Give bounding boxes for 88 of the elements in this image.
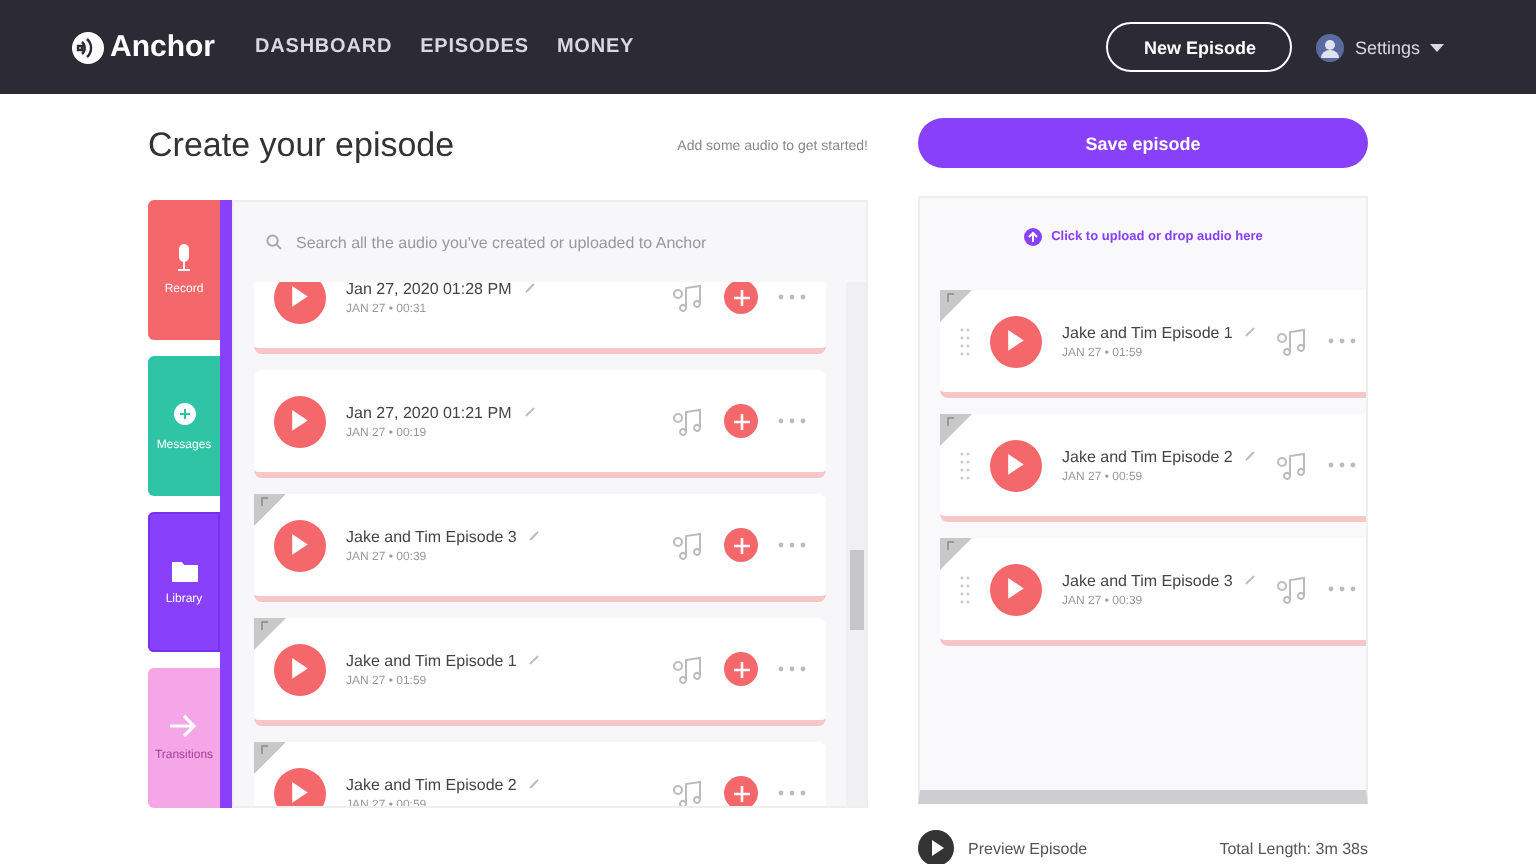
new-episode-button[interactable]: New Episode — [1106, 22, 1293, 72]
drag-handle-icon[interactable] — [960, 573, 970, 605]
audio-title: Jake and Tim Episode 2 — [1062, 447, 1233, 465]
more-icon[interactable] — [778, 542, 806, 548]
avatar-icon[interactable] — [1316, 33, 1345, 61]
caret-icon[interactable] — [1430, 43, 1444, 51]
nav-link[interactable]: DASHBOARD — [255, 36, 393, 58]
music-note-icon[interactable] — [672, 407, 704, 435]
more-icon[interactable] — [1328, 586, 1357, 592]
nav-link[interactable]: EPISODES — [420, 36, 529, 58]
music-note-icon[interactable] — [672, 655, 704, 683]
audio-title: Jan 27, 2020 01:21 PM — [346, 403, 512, 421]
edit-icon[interactable] — [528, 530, 541, 542]
music-note-icon[interactable] — [672, 283, 704, 311]
play-button[interactable] — [274, 519, 326, 571]
play-button[interactable] — [990, 315, 1042, 367]
search-icon — [266, 234, 282, 250]
edit-icon[interactable] — [528, 654, 541, 666]
add-button[interactable] — [724, 528, 758, 562]
add-button[interactable] — [724, 652, 758, 686]
edit-icon[interactable] — [523, 282, 536, 294]
plus-icon — [733, 785, 749, 801]
music-note-icon[interactable] — [1276, 451, 1309, 479]
play-button[interactable] — [274, 395, 326, 447]
play-icon — [1006, 578, 1026, 600]
edit-icon[interactable] — [523, 406, 536, 418]
edit-icon[interactable] — [528, 778, 541, 790]
drag-handle-icon[interactable] — [960, 325, 970, 357]
page-title: Create your episode — [148, 126, 455, 166]
more-icon[interactable] — [778, 294, 806, 300]
play-button[interactable] — [274, 643, 326, 695]
drag-handle-icon[interactable] — [960, 449, 970, 481]
play-button[interactable] — [990, 563, 1042, 615]
music-note-icon[interactable] — [672, 531, 704, 559]
more-icon[interactable] — [1328, 338, 1357, 344]
play-icon — [290, 658, 310, 680]
preview-episode-link[interactable]: Preview Episode — [918, 830, 1088, 864]
more-icon[interactable] — [778, 790, 806, 796]
music-tag-icon — [940, 290, 972, 322]
audio-title: Jan 27, 2020 01:28 PM — [346, 282, 512, 297]
music-note-icon[interactable] — [1276, 327, 1309, 355]
play-icon — [1006, 330, 1026, 352]
edit-icon[interactable] — [1244, 326, 1257, 338]
edit-icon[interactable] — [1244, 574, 1257, 586]
more-icon[interactable] — [1328, 462, 1357, 468]
plus-icon — [733, 289, 749, 305]
add-button[interactable] — [724, 776, 758, 806]
nav-link[interactable]: MONEY — [556, 36, 635, 58]
audio-title: Jake and Tim Episode 2 — [346, 775, 517, 793]
total-length: Total Length: 3m 38s — [1219, 839, 1368, 857]
microphone-icon — [176, 244, 192, 272]
settings-menu[interactable]: Settings — [1354, 37, 1420, 57]
search-field[interactable]: Search all the audio you've created or uploaded to Anchor — [292, 231, 772, 253]
music-tag-icon — [940, 414, 972, 446]
scrollbar[interactable] — [846, 282, 866, 806]
play-button[interactable] — [274, 282, 326, 323]
save-episode-button[interactable]: Save episode — [918, 118, 1368, 168]
audio-title: Jake and Tim Episode 3 — [1062, 571, 1233, 589]
add-button[interactable] — [724, 404, 758, 438]
play-icon — [1006, 454, 1026, 476]
more-icon[interactable] — [778, 418, 806, 424]
music-note-icon[interactable] — [1276, 575, 1309, 603]
folder-icon — [171, 559, 197, 581]
play-button[interactable] — [990, 439, 1042, 491]
add-button[interactable] — [724, 282, 758, 314]
message-icon — [171, 401, 197, 427]
music-tag-icon — [254, 618, 286, 650]
logo-text[interactable]: Anchor — [110, 30, 215, 64]
logo-icon — [72, 31, 104, 63]
play-icon — [290, 534, 310, 556]
play-icon — [290, 410, 310, 432]
music-tag-icon — [254, 742, 286, 774]
music-note-icon[interactable] — [672, 779, 704, 806]
play-icon — [290, 286, 310, 308]
audio-title: Jake and Tim Episode 1 — [346, 651, 517, 669]
music-tag-icon — [940, 538, 972, 570]
audio-title: Jake and Tim Episode 3 — [346, 527, 517, 545]
play-icon — [918, 830, 954, 864]
plus-icon — [733, 537, 749, 553]
plus-icon — [733, 661, 749, 677]
upload-icon — [1023, 227, 1042, 245]
more-icon[interactable] — [778, 666, 806, 672]
arrow-right-icon — [170, 714, 198, 738]
play-button[interactable] — [274, 767, 326, 806]
music-tag-icon — [254, 494, 286, 526]
plus-icon — [733, 413, 749, 429]
audio-title: Jake and Tim Episode 1 — [1062, 323, 1233, 341]
edit-icon[interactable] — [1244, 450, 1257, 462]
